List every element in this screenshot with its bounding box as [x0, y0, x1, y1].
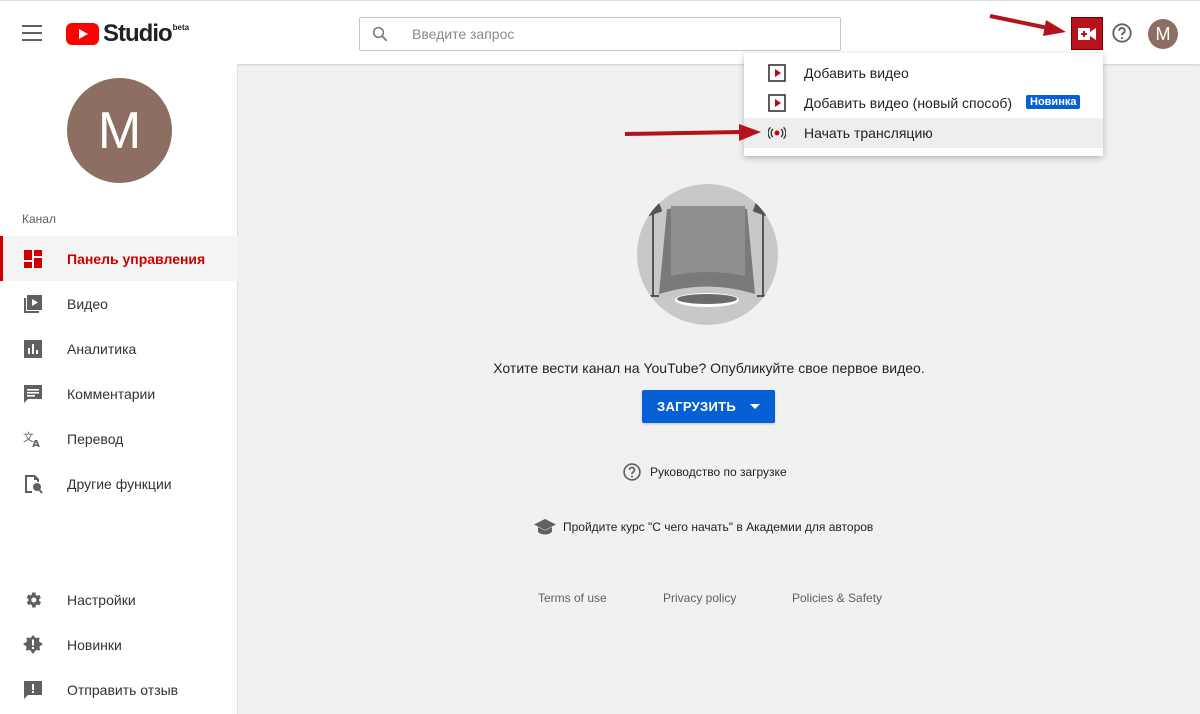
sidebar-item-other-features[interactable]: Другие функции: [0, 461, 238, 506]
other-features-icon: [23, 474, 43, 494]
privacy-policy-link[interactable]: Privacy policy: [663, 591, 736, 605]
terms-of-use-link[interactable]: Terms of use: [538, 591, 607, 605]
sidebar-item-label: Отправить отзыв: [67, 681, 179, 698]
annotation-arrow-create: [989, 14, 1066, 36]
search-input[interactable]: [412, 26, 840, 42]
help-icon: [623, 463, 641, 481]
menu-item-go-live[interactable]: Начать трансляцию: [744, 118, 1103, 148]
live-stream-icon: [768, 124, 786, 142]
upload-guide-link[interactable]: Руководство по загрузке: [622, 462, 787, 482]
chevron-down-icon: [749, 404, 760, 409]
search-icon: [360, 25, 400, 43]
sidebar-item-label: Новинки: [67, 636, 122, 653]
video-library-icon: [23, 294, 43, 314]
sidebar-item-video[interactable]: Видео: [0, 281, 238, 326]
gear-icon: [23, 590, 43, 610]
sidebar-item-translation[interactable]: 文A Перевод: [0, 416, 238, 461]
logo-text: Studio: [103, 20, 173, 47]
channel-section-title: Канал: [22, 212, 56, 226]
menu-item-label: Добавить видео: [804, 65, 909, 81]
menu-item-label: Начать трансляцию: [804, 125, 933, 141]
sidebar-item-label: Аналитика: [67, 340, 137, 357]
sidebar-item-analytics[interactable]: Аналитика: [0, 326, 238, 371]
menu-item-label: Добавить видео (новый способ): [804, 95, 1013, 111]
upload-guide-label: Руководство по загрузке: [650, 465, 787, 479]
search-box[interactable]: [359, 17, 841, 51]
menu-item-upload-video-new[interactable]: Добавить видео (новый способ) Новинка: [744, 88, 1103, 118]
svg-text:A: A: [32, 439, 40, 449]
first-video-prompt: Хотите вести канал на YouTube? Опубликуй…: [493, 360, 925, 376]
video-camera-add-icon: [1078, 27, 1096, 40]
sidebar-item-label: Комментарии: [67, 385, 156, 402]
create-button[interactable]: [1071, 17, 1103, 50]
upload-button[interactable]: ЗАГРУЗИТЬ: [642, 390, 775, 423]
academy-course-label: Пройдите курс "С чего начать" в Академии…: [563, 520, 874, 534]
create-dropdown-menu: Добавить видео Добавить видео (новый спо…: [744, 53, 1103, 156]
upload-video-icon: [768, 94, 786, 112]
help-icon[interactable]: [1111, 22, 1133, 44]
sidebar-item-label: Перевод: [67, 430, 124, 447]
comments-icon: [23, 384, 43, 404]
studio-illustration: [637, 184, 778, 325]
sidebar-item-dashboard[interactable]: Панель управления: [0, 236, 238, 281]
annotation-arrow-live: [624, 124, 761, 141]
channel-avatar[interactable]: M: [67, 78, 172, 183]
sidebar-item-comments[interactable]: Комментарии: [0, 371, 238, 416]
upload-video-icon: [768, 64, 786, 82]
sidebar: M Канал Панель управления Видео Аналитик…: [0, 64, 238, 714]
youtube-logo-icon: [66, 23, 99, 45]
menu-icon[interactable]: [22, 25, 42, 41]
graduation-cap-icon: [534, 519, 556, 535]
sidebar-item-label: Настройки: [67, 591, 136, 608]
sidebar-item-settings[interactable]: Настройки: [0, 577, 238, 622]
sidebar-item-label: Другие функции: [67, 475, 172, 492]
menu-item-upload-video[interactable]: Добавить видео: [744, 58, 1103, 88]
sidebar-item-feedback[interactable]: Отправить отзыв: [0, 667, 238, 712]
logo-beta-badge: beta: [172, 23, 190, 32]
translate-icon: 文A: [23, 429, 43, 449]
new-badge: Новинка: [1026, 95, 1081, 109]
sidebar-item-whats-new[interactable]: Новинки: [0, 622, 238, 667]
dashboard-icon: [23, 249, 43, 269]
sidebar-item-label: Видео: [67, 295, 108, 312]
academy-course-link[interactable]: Пройдите курс "С чего начать" в Академии…: [534, 518, 873, 536]
policies-safety-link[interactable]: Policies & Safety: [792, 591, 882, 605]
analytics-icon: [23, 339, 43, 359]
account-avatar[interactable]: M: [1148, 19, 1178, 49]
feedback-icon: [23, 680, 43, 700]
sidebar-item-label: Панель управления: [67, 250, 206, 267]
upload-button-label: ЗАГРУЗИТЬ: [657, 399, 736, 414]
studio-logo[interactable]: Studio beta: [66, 21, 189, 47]
whats-new-icon: [23, 634, 43, 655]
